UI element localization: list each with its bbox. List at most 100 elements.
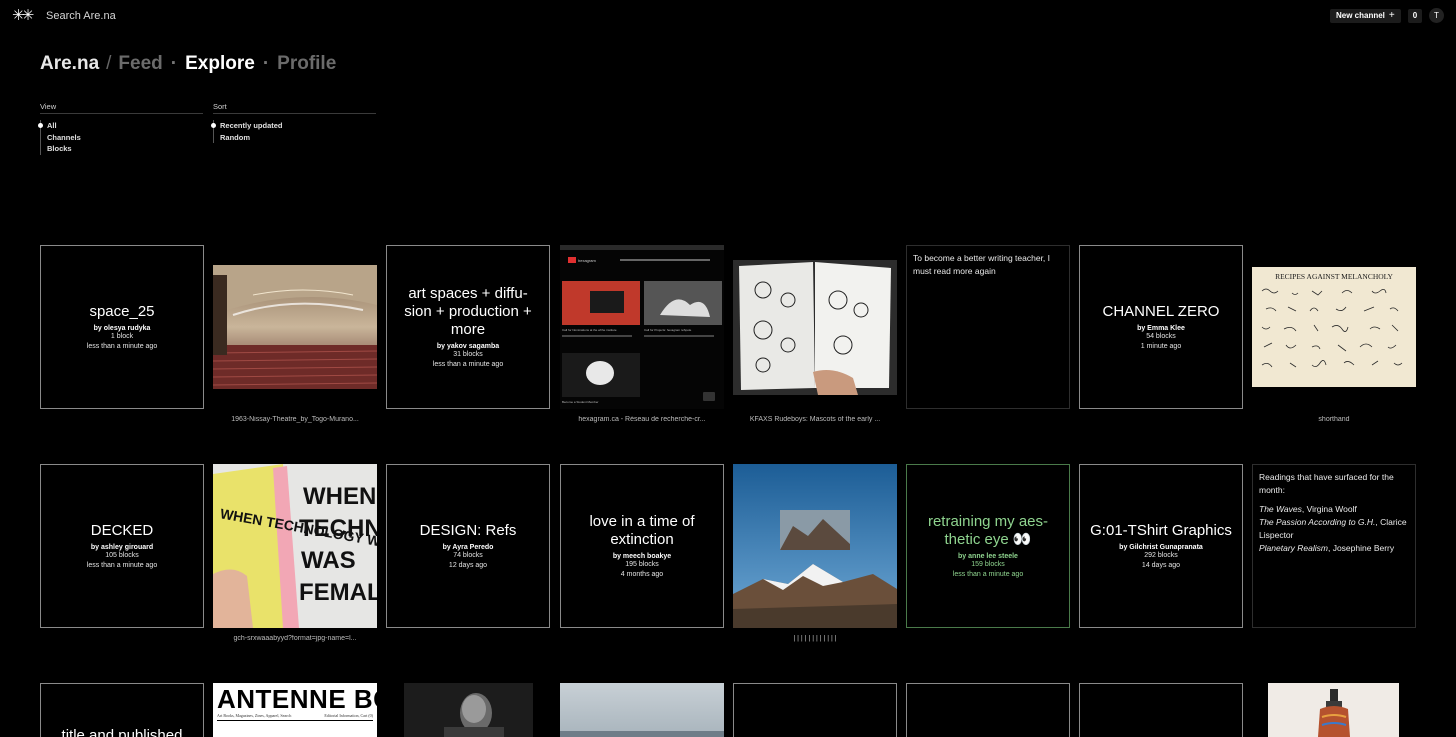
hexagram-card-2-title: Call for Projects: hexagram reSpole: [644, 328, 692, 332]
channel-updated: less than a minute ago: [952, 570, 1024, 578]
nav-separator: /: [106, 53, 112, 74]
channel-author: by Emma Klee: [1137, 324, 1185, 332]
view-filter: View All Channels Blocks: [38, 102, 203, 155]
channel-updated: less than a minute ago: [86, 342, 158, 350]
channel-card[interactable]: retraining my aes-thetic eye 👀 by anne l…: [906, 464, 1070, 628]
channel-block-count: 1 block: [110, 332, 134, 340]
channel-title: retraining my aes-thetic eye 👀: [927, 512, 1049, 548]
portrait-image: [404, 683, 533, 737]
channel-card[interactable]: G:01-TShirt Graphics by Gilchrist Gunapr…: [1079, 464, 1243, 628]
image-block-mountain[interactable]: [733, 464, 897, 628]
channel-card[interactable]: space_25 by olesya rudyka 1 block less t…: [40, 245, 204, 409]
avatar[interactable]: T: [1429, 8, 1444, 23]
channel-title: DECKED: [90, 521, 154, 539]
channel-card[interactable]: DECKED by ashley girouard 105 blocks les…: [40, 464, 204, 628]
channel-card[interactable]: DESIGN: Refs by Ayra Peredo 74 blocks 12…: [386, 464, 550, 628]
channel-title: space_25: [89, 302, 155, 320]
notification-count-button[interactable]: 0: [1408, 9, 1422, 23]
plus-icon: +: [1388, 10, 1395, 21]
channel-updated: 4 months ago: [620, 570, 664, 578]
block-caption: KFAXS Rudeboys: Mascots of the early ...: [749, 416, 881, 423]
nav-dot: ·: [262, 53, 270, 74]
channel-card[interactable]: art spaces + diffu-sion + production + m…: [386, 245, 550, 409]
nav-brand[interactable]: Are.na: [40, 53, 99, 74]
channel-card[interactable]: [906, 683, 1070, 737]
channel-author: by olesya rudyka: [93, 324, 151, 332]
channel-card[interactable]: [733, 683, 897, 737]
antenne-subnav-left: Art Books, Magazines, Zines, Apparel, Se…: [217, 713, 292, 718]
antenne-title: ANTENNE BOOKS: [217, 684, 377, 714]
channel-updated: 1 minute ago: [1140, 342, 1182, 350]
channel-updated: less than a minute ago: [432, 360, 504, 368]
hexagram-site-name: hexagram: [578, 258, 596, 263]
channel-author: by ashley girouard: [90, 543, 154, 551]
image-block-poster[interactable]: WHEN TECHNOLOGY WAS FEMALE WHEN TECHNO W…: [213, 464, 377, 628]
sort-filter: Sort Recently updated Random: [211, 102, 376, 144]
channel-author: by Ayra Peredo: [442, 543, 494, 551]
channel-title: title and published: [61, 727, 183, 737]
antenne-divider: [217, 720, 373, 721]
channel-updated: less than a minute ago: [86, 561, 158, 569]
view-option-blocks[interactable]: Blocks: [41, 143, 203, 155]
channel-author: by yakov sagamba: [436, 342, 500, 350]
hexagram-screenshot: hexagram Call for Nominations at the whh…: [560, 245, 724, 409]
channel-card[interactable]: love in a time of extinction by meech bo…: [560, 464, 724, 628]
mountain-image: [733, 464, 897, 628]
image-block-bottle[interactable]: [1268, 683, 1399, 737]
channel-block-count: 54 blocks: [1146, 332, 1176, 340]
channel-block-count: 31 blocks: [453, 350, 483, 358]
antenne-subnav-right: Editorial Information, Cart (0): [324, 713, 373, 718]
image-block-antenne[interactable]: ANTENNE BOOKS Art Books, Magazines, Zine…: [213, 683, 377, 737]
poster-word-female: FEMALE: [299, 579, 377, 606]
channel-author: by Gilchrist Gunapranata: [1119, 543, 1203, 551]
reading-title: The Passion According to G.H.: [1259, 517, 1376, 527]
view-option-all[interactable]: All: [38, 120, 203, 132]
block-caption: shorthand: [1318, 416, 1350, 423]
poster-word-techno: TECHNO: [299, 515, 377, 542]
text-block[interactable]: To become a better writing teacher, I mu…: [906, 245, 1070, 409]
search-input[interactable]: [46, 6, 466, 26]
channel-title: G:01-TShirt Graphics: [1090, 521, 1232, 539]
recipes-image: RECIPES AGAINST MELANCHOLY: [1252, 267, 1416, 387]
block-caption: 1963-Nissay-Theatre_by_Togo-Murano...: [231, 416, 359, 423]
channel-title: love in a time of extinction: [589, 512, 695, 548]
channel-card[interactable]: CHANNEL ZERO by Emma Klee 54 blocks 1 mi…: [1079, 245, 1243, 409]
image-block-theatre[interactable]: [213, 265, 377, 389]
new-channel-label: New channel: [1336, 11, 1385, 20]
channel-card[interactable]: title and published: [40, 683, 204, 737]
nav-item-explore[interactable]: Explore: [185, 53, 255, 74]
channel-block-count: 74 blocks: [453, 551, 483, 559]
hexagram-card-3-title: Become a Student Member: [562, 400, 599, 404]
block-caption: gch-srxwaaabyyd?format=jpg-name=l...: [233, 635, 357, 642]
reading-author: , Josephine Berry: [1327, 543, 1395, 553]
new-channel-button[interactable]: New channel +: [1330, 9, 1401, 23]
channel-author: by meech boakye: [612, 552, 672, 560]
sort-option-recently-updated[interactable]: Recently updated: [211, 120, 376, 132]
channel-block-count: 195 blocks: [625, 560, 659, 568]
reading-author: , Virgina Woolf: [1301, 504, 1357, 514]
text-block[interactable]: Readings that have surfaced for the mont…: [1252, 464, 1416, 628]
view-filter-label: View: [40, 102, 203, 114]
channel-title: DESIGN: Refs: [419, 521, 517, 539]
image-block-kfaxs[interactable]: [733, 260, 897, 395]
image-block-landscape[interactable]: [560, 683, 724, 737]
nav-item-profile[interactable]: Profile: [277, 53, 336, 74]
poster-word-when: WHEN: [303, 483, 376, 510]
sort-option-random[interactable]: Random: [214, 132, 376, 144]
reading-title: The Waves: [1259, 504, 1302, 514]
image-block-hexagram[interactable]: hexagram Call for Nominations at the whh…: [560, 245, 724, 409]
image-block-recipes[interactable]: RECIPES AGAINST MELANCHOLY: [1252, 267, 1416, 387]
channel-title: art spaces + diffu-sion + production + m…: [404, 284, 532, 338]
channel-card[interactable]: [1079, 683, 1243, 737]
block-caption: | | | | | | | | | | | |: [793, 635, 837, 642]
arena-logo-icon[interactable]: ✳✳: [12, 8, 34, 24]
text-block-content: To become a better writing teacher, I mu…: [913, 253, 1051, 276]
channel-title: CHANNEL ZERO: [1102, 302, 1220, 320]
reading-item: Planetary Realism, Josephine Berry: [1259, 542, 1409, 555]
reading-item: The Waves, Virgina Woolf: [1259, 503, 1409, 516]
view-option-channels[interactable]: Channels: [41, 132, 203, 144]
reading-item: The Passion According to G.H., Clarice L…: [1259, 516, 1409, 542]
channel-updated: 14 days ago: [1141, 561, 1181, 569]
nav-item-feed[interactable]: Feed: [118, 53, 162, 74]
image-block-portrait[interactable]: [404, 683, 533, 737]
